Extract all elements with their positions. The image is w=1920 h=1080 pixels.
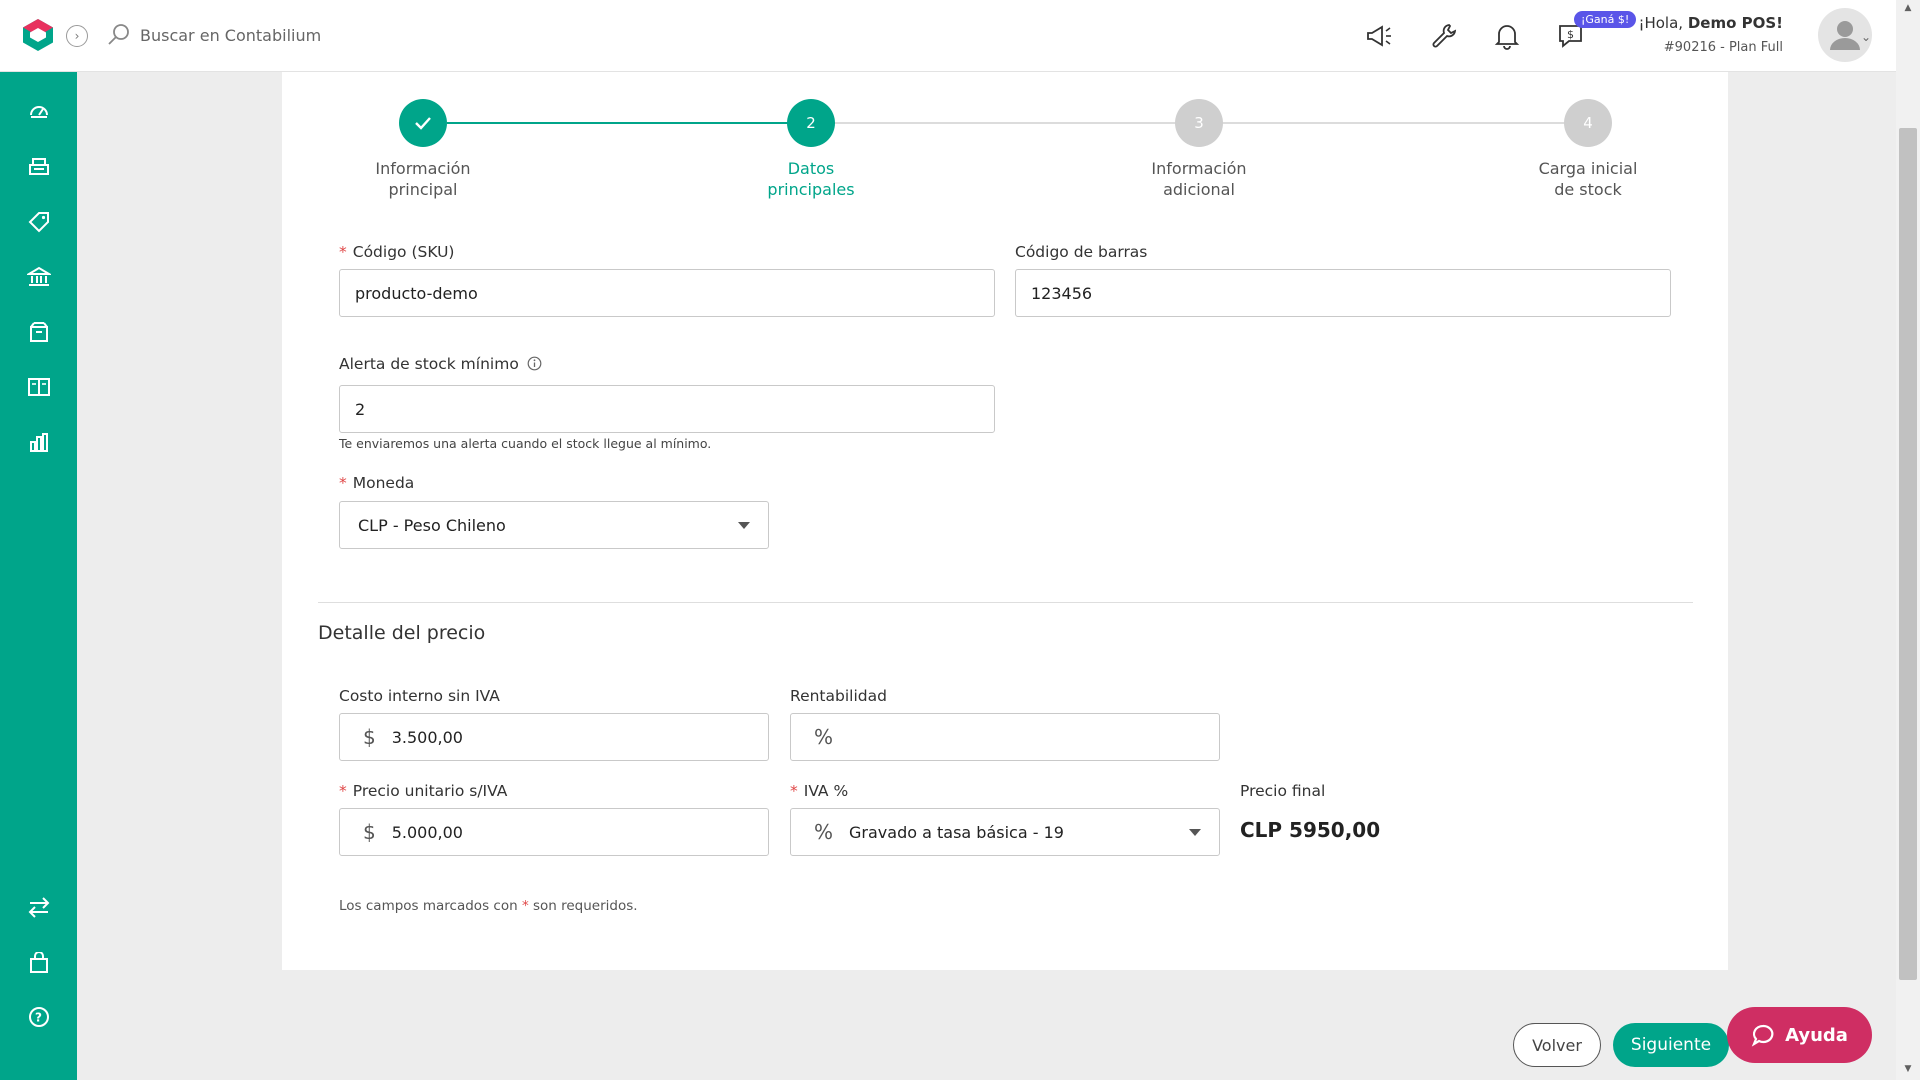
stock-alert-label: Alerta de stock mínimo — [339, 355, 542, 373]
contabilium-logo[interactable] — [22, 18, 54, 52]
percent-icon: % — [814, 725, 834, 749]
unit-price-input[interactable]: $5.000,00 — [339, 808, 769, 856]
bank-icon[interactable] — [24, 262, 54, 292]
required-asterisk: * — [339, 782, 347, 800]
unit-price-label: * Precio unitario s/IVA — [339, 782, 508, 800]
required-fields-note: Los campos marcados con * son requeridos… — [339, 898, 638, 914]
top-bar: › $ ¡Ganá $! ¡Hola, Demo POS! #90216 - P… — [0, 0, 1896, 72]
scroll-down-arrow[interactable]: ▼ — [1896, 1064, 1920, 1074]
barcode-input[interactable]: 123456 — [1015, 269, 1671, 317]
currency-select[interactable]: CLP - Peso Chileno — [339, 501, 769, 549]
shopping-bag-icon[interactable] — [24, 948, 54, 978]
required-asterisk: * — [790, 782, 798, 800]
cost-input[interactable]: $3.500,00 — [339, 713, 769, 761]
wrench-icon[interactable] — [1428, 20, 1460, 52]
sales-register-icon[interactable] — [24, 152, 54, 182]
chat-bubble-icon — [1751, 1024, 1774, 1047]
sku-label: * Código (SKU) — [339, 243, 455, 261]
svg-text:$: $ — [1567, 28, 1574, 41]
stock-alert-help: Te enviaremos una alerta cuando el stock… — [339, 436, 712, 451]
iva-label: * IVA % — [790, 782, 849, 800]
svg-text:?: ? — [35, 1011, 42, 1025]
step-4-circle: 4 — [1564, 99, 1612, 147]
barcode-label: Código de barras — [1015, 243, 1148, 261]
expand-sidebar-button[interactable]: › — [66, 25, 88, 47]
dollar-icon: $ — [363, 820, 376, 844]
step-1-circle — [399, 99, 447, 147]
price-section-title: Detalle del precio — [318, 622, 486, 644]
iva-select[interactable]: % Gravado a tasa básica - 19 — [790, 808, 1220, 856]
reports-chart-icon[interactable] — [24, 428, 54, 458]
step-1-label: Información principal — [375, 159, 471, 199]
info-icon[interactable] — [527, 356, 542, 371]
step-3-label: Información adicional — [1151, 159, 1247, 199]
final-price-label: Precio final — [1240, 782, 1326, 800]
stepper-line-completed — [447, 122, 811, 124]
earn-badge[interactable]: ¡Ganá $! — [1574, 11, 1637, 28]
step-3-circle: 3 — [1175, 99, 1223, 147]
back-button[interactable]: Volver — [1513, 1023, 1601, 1067]
caret-down-icon — [1189, 829, 1201, 836]
profit-input[interactable]: % — [790, 713, 1220, 761]
next-button[interactable]: Siguiente — [1613, 1023, 1729, 1067]
cost-label: Costo interno sin IVA — [339, 687, 500, 705]
account-info: #90216 - Plan Full — [1663, 40, 1783, 55]
help-button-label: Ayuda — [1785, 1024, 1848, 1046]
scrollbar-thumb[interactable] — [1899, 128, 1917, 980]
tag-icon[interactable] — [24, 207, 54, 237]
sku-input[interactable]: producto-demo — [339, 269, 995, 317]
caret-down-icon — [738, 522, 750, 529]
required-asterisk: * — [339, 243, 347, 261]
search-icon — [108, 24, 129, 45]
ledger-book-icon[interactable] — [24, 372, 54, 402]
profit-label: Rentabilidad — [790, 687, 887, 705]
step-2-label: Datos principales — [767, 159, 855, 199]
required-asterisk: * — [339, 474, 347, 492]
dollar-icon: $ — [363, 725, 376, 749]
scroll-up-arrow[interactable]: ▲ — [1896, 3, 1920, 13]
dashboard-icon[interactable] — [24, 96, 54, 126]
check-icon — [415, 117, 431, 130]
step-2-circle: 2 — [787, 99, 835, 147]
transfer-arrows-icon[interactable] — [24, 892, 54, 922]
help-circle-icon[interactable]: ? — [24, 1002, 54, 1032]
inventory-box-icon[interactable] — [24, 317, 54, 347]
percent-icon: % — [814, 820, 834, 844]
greeting: ¡Hola, Demo POS! — [1638, 14, 1783, 32]
section-divider — [318, 602, 1693, 603]
final-price-value: CLP 5950,00 — [1240, 818, 1381, 842]
megaphone-icon[interactable] — [1364, 20, 1396, 52]
bell-icon[interactable] — [1491, 20, 1523, 52]
help-button[interactable]: Ayuda — [1727, 1007, 1872, 1063]
chevron-down-icon[interactable]: ⌄ — [1861, 30, 1871, 44]
step-4-label: Carga inicial de stock — [1538, 159, 1638, 199]
sidebar: ? — [0, 72, 77, 1080]
currency-label: * Moneda — [339, 474, 415, 492]
stock-alert-input[interactable]: 2 — [339, 385, 995, 433]
search-input[interactable] — [140, 20, 440, 50]
